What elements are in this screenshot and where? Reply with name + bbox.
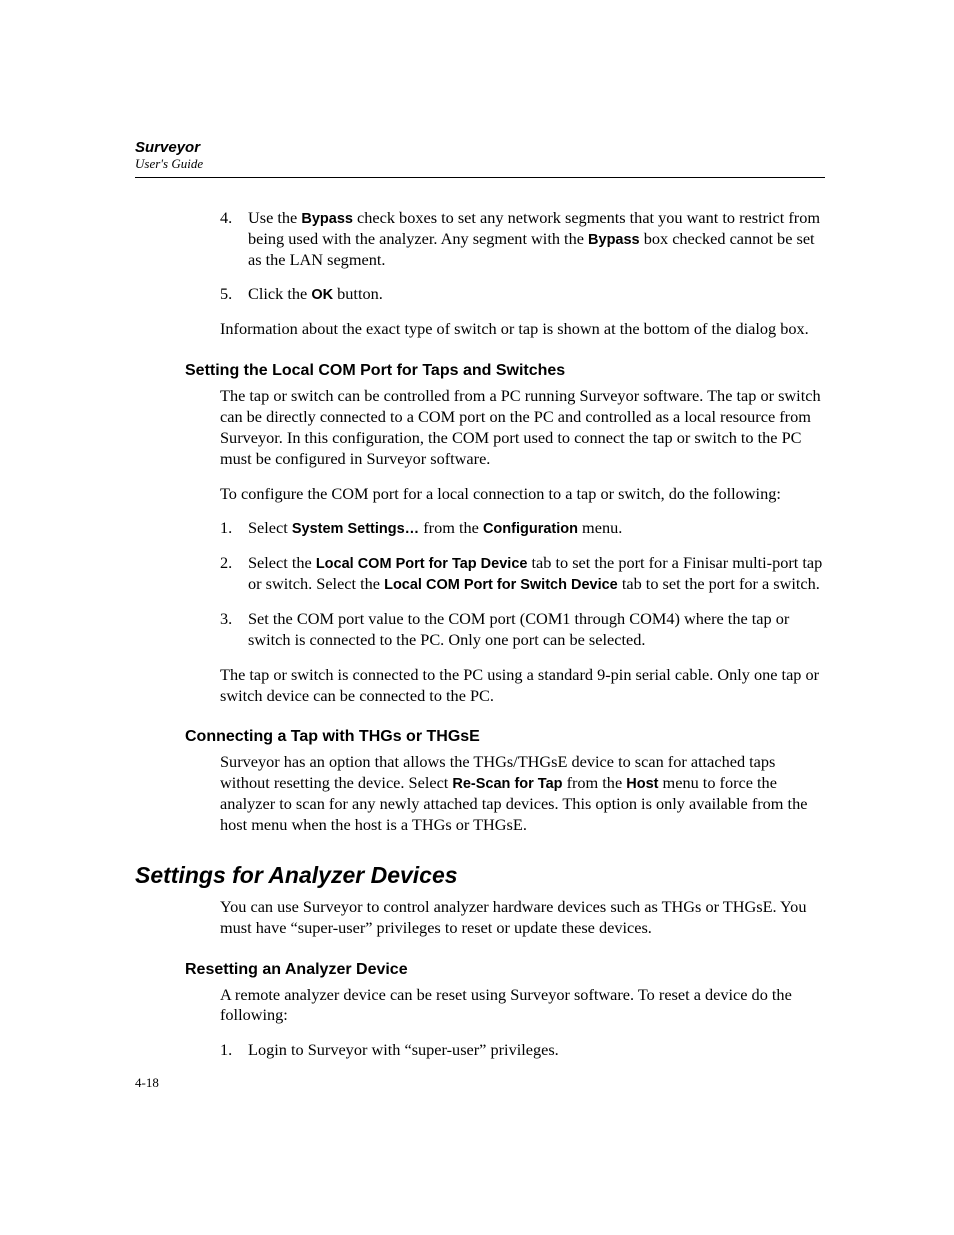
list-marker: 1. (220, 518, 248, 539)
text: from the (419, 518, 483, 537)
doc-title: Surveyor (135, 140, 825, 157)
text: menu. (578, 518, 622, 537)
ordered-list: 1. Login to Surveyor with “super-user” p… (220, 1040, 825, 1061)
ui-term: Local COM Port for Tap Device (316, 556, 528, 572)
list-marker: 3. (220, 609, 248, 651)
paragraph: You can use Surveyor to control analyzer… (220, 897, 825, 939)
ui-term: OK (311, 287, 333, 303)
doc-subtitle: User's Guide (135, 157, 825, 171)
running-header: Surveyor User's Guide (135, 140, 825, 171)
list-item: 4. Use the Bypass check boxes to set any… (220, 208, 825, 271)
ui-term: Re-Scan for Tap (452, 776, 562, 792)
text: Set the COM port value to the COM port (… (248, 609, 789, 649)
text: Login to Surveyor with “super-user” priv… (248, 1040, 559, 1059)
paragraph: Surveyor has an option that allows the T… (220, 752, 825, 835)
list-item: 5. Click the OK button. (220, 284, 825, 305)
list-item: 2. Select the Local COM Port for Tap Dev… (220, 553, 825, 595)
list-item: 1. Select System Settings… from the Conf… (220, 518, 825, 539)
text: Use the (248, 208, 301, 227)
list-body: Click the OK button. (248, 284, 825, 305)
paragraph: Information about the exact type of swit… (220, 319, 825, 340)
text: tab to set the port for a switch. (618, 574, 820, 593)
list-item: 3. Set the COM port value to the COM por… (220, 609, 825, 651)
page-number: 4-18 (135, 1075, 159, 1091)
ui-term: Host (626, 776, 658, 792)
list-marker: 1. (220, 1040, 248, 1061)
paragraph: The tap or switch can be controlled from… (220, 386, 825, 469)
ordered-list-continued: 4. Use the Bypass check boxes to set any… (220, 208, 825, 305)
body-content: 4. Use the Bypass check boxes to set any… (135, 208, 825, 1061)
paragraph: To configure the COM port for a local co… (220, 484, 825, 505)
list-marker: 5. (220, 284, 248, 305)
heading-level-3: Connecting a Tap with THGs or THGsE (185, 728, 825, 746)
list-body: Select System Settings… from the Configu… (248, 518, 825, 539)
header-rule (135, 177, 825, 178)
list-body: Set the COM port value to the COM port (… (248, 609, 825, 651)
list-body: Use the Bypass check boxes to set any ne… (248, 208, 825, 271)
list-body: Login to Surveyor with “super-user” priv… (248, 1040, 825, 1061)
heading-level-2: Settings for Analyzer Devices (135, 862, 825, 889)
list-body: Select the Local COM Port for Tap Device… (248, 553, 825, 595)
ui-term: Local COM Port for Switch Device (384, 577, 618, 593)
text: from the (563, 773, 627, 792)
text: Select (248, 518, 292, 537)
ui-term: Configuration (483, 521, 578, 537)
paragraph: A remote analyzer device can be reset us… (220, 985, 825, 1027)
text: Select the (248, 553, 316, 572)
list-item: 1. Login to Surveyor with “super-user” p… (220, 1040, 825, 1061)
page-content: Surveyor User's Guide 4. Use the Bypass … (135, 140, 825, 1061)
paragraph: The tap or switch is connected to the PC… (220, 665, 825, 707)
list-marker: 4. (220, 208, 248, 271)
heading-level-3: Resetting an Analyzer Device (185, 961, 825, 979)
ui-term: Bypass (588, 232, 640, 248)
text: Click the (248, 284, 311, 303)
text: button. (333, 284, 383, 303)
ui-term: Bypass (301, 211, 353, 227)
heading-level-3: Setting the Local COM Port for Taps and … (185, 362, 825, 380)
ui-term: System Settings… (292, 521, 419, 537)
ordered-list: 1. Select System Settings… from the Conf… (220, 518, 825, 650)
list-marker: 2. (220, 553, 248, 595)
